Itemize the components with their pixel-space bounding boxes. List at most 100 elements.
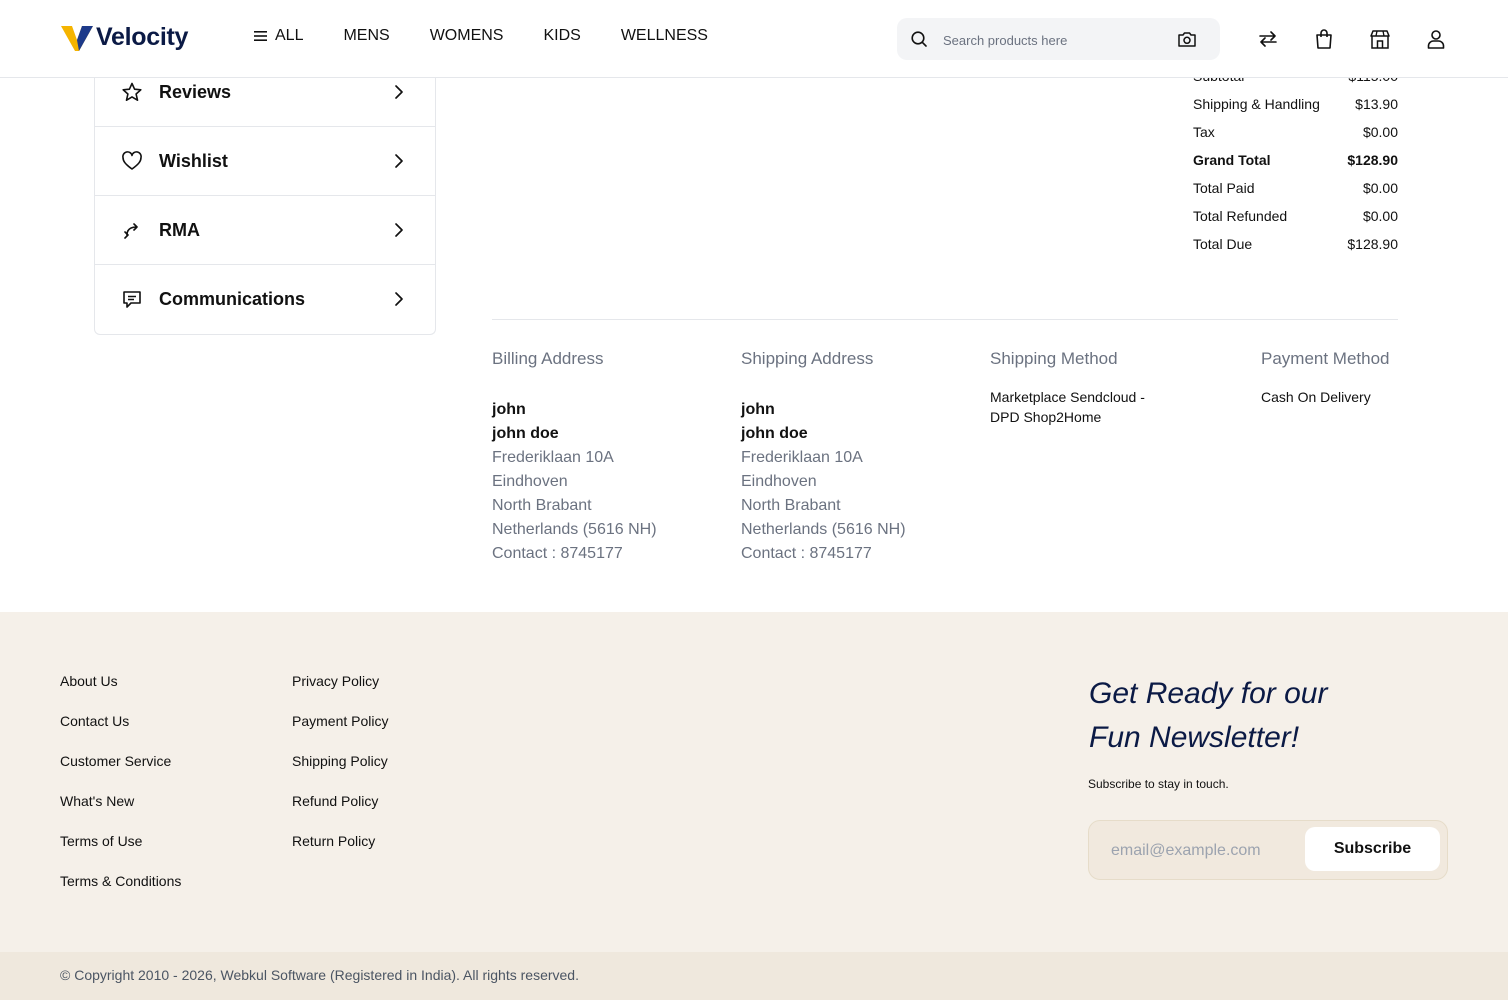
footer-link-privacy-policy[interactable]: Privacy Policy bbox=[292, 673, 379, 689]
main-nav: ALL MENS WOMENS KIDS WELLNESS bbox=[253, 27, 748, 45]
footer-link-contact-us[interactable]: Contact Us bbox=[60, 713, 129, 729]
brand-logo[interactable]: Velocity bbox=[60, 20, 188, 54]
footer-link-refund-policy[interactable]: Refund Policy bbox=[292, 793, 378, 809]
shipping-city: Eindhoven bbox=[741, 473, 817, 490]
shipping-state: North Brabant bbox=[741, 497, 841, 514]
cart-icon[interactable] bbox=[1313, 28, 1335, 50]
billing-first-name: john bbox=[492, 401, 526, 418]
sidebar-item-label: Communications bbox=[159, 288, 306, 309]
totals-row-grand-total: Grand Total $128.90 bbox=[1193, 148, 1398, 176]
chevron-right-icon bbox=[395, 292, 403, 306]
copyright-bar: © Copyright 2010 - 2026, Webkul Software… bbox=[0, 952, 1508, 1000]
menu-icon bbox=[254, 31, 267, 41]
velocity-logo-icon bbox=[61, 26, 93, 51]
shipping-street: Frederiklaan 10A bbox=[741, 449, 863, 466]
totals-row-total-refunded: Total Refunded $0.00 bbox=[1193, 204, 1398, 232]
footer-link-whats-new[interactable]: What's New bbox=[60, 793, 134, 809]
billing-state: North Brabant bbox=[492, 497, 592, 514]
brand-name: Velocity bbox=[96, 22, 189, 51]
footer-link-terms-conditions[interactable]: Terms & Conditions bbox=[60, 873, 181, 889]
search-icon[interactable] bbox=[910, 30, 928, 48]
totals-label: Total Due bbox=[1193, 236, 1253, 252]
totals-label: Shipping & Handling bbox=[1193, 96, 1320, 112]
shipping-contact: Contact : 8745177 bbox=[741, 545, 872, 562]
newsletter-subtitle: Subscribe to stay in touch. bbox=[1088, 777, 1229, 791]
footer-link-return-policy[interactable]: Return Policy bbox=[292, 833, 375, 849]
nav-item-all[interactable]: ALL bbox=[253, 27, 303, 45]
site-header: Velocity ALL MENS WOMENS KIDS WELLNESS bbox=[0, 0, 1508, 78]
billing-street: Frederiklaan 10A bbox=[492, 449, 614, 466]
shipping-method-value: Marketplace Sendcloud - DPD Shop2Home bbox=[990, 387, 1145, 427]
footer-link-shipping-policy[interactable]: Shipping Policy bbox=[292, 753, 388, 769]
billing-address-title: Billing Address bbox=[492, 349, 604, 368]
user-icon[interactable] bbox=[1425, 28, 1447, 50]
section-divider bbox=[492, 319, 1398, 320]
totals-row-shipping: Shipping & Handling $13.90 bbox=[1193, 92, 1398, 120]
search-input[interactable] bbox=[941, 28, 1165, 52]
site-footer bbox=[0, 612, 1508, 952]
account-sidebar: Reviews Wishlist RMA Communications bbox=[94, 58, 436, 335]
nav-item-wellness[interactable]: WELLNESS bbox=[621, 27, 708, 45]
newsletter-title: Get Ready for our Fun Newsletter! bbox=[1089, 672, 1449, 760]
sidebar-item-communications[interactable]: Communications bbox=[95, 265, 435, 333]
footer-link-payment-policy[interactable]: Payment Policy bbox=[292, 713, 388, 729]
footer-link-customer-service[interactable]: Customer Service bbox=[60, 753, 171, 769]
footer-link-terms-of-use[interactable]: Terms of Use bbox=[60, 833, 142, 849]
camera-icon[interactable] bbox=[1177, 30, 1197, 48]
totals-label: Total Paid bbox=[1193, 180, 1255, 196]
nav-item-womens[interactable]: WOMENS bbox=[430, 27, 504, 45]
sidebar-item-wishlist[interactable]: Wishlist bbox=[95, 127, 435, 196]
totals-label: Tax bbox=[1193, 124, 1215, 140]
chevron-right-icon bbox=[395, 85, 403, 99]
totals-value: $13.90 bbox=[1355, 96, 1398, 112]
newsletter-form: Subscribe bbox=[1088, 820, 1448, 880]
newsletter-title-line: Fun Newsletter! bbox=[1089, 721, 1300, 754]
shipping-first-name: john bbox=[741, 401, 775, 418]
shipping-method-line: DPD Shop2Home bbox=[990, 409, 1102, 425]
copyright-text: © Copyright 2010 - 2026, Webkul Software… bbox=[60, 967, 579, 983]
billing-full-name: john doe bbox=[492, 425, 559, 442]
footer-link-about-us[interactable]: About Us bbox=[60, 673, 118, 689]
billing-country: Netherlands (5616 NH) bbox=[492, 521, 657, 538]
nav-item-kids[interactable]: KIDS bbox=[543, 27, 580, 45]
totals-label: Grand Total bbox=[1193, 152, 1271, 168]
heart-icon bbox=[122, 151, 142, 170]
sidebar-item-label: RMA bbox=[159, 219, 200, 240]
payment-method-title: Payment Method bbox=[1261, 349, 1390, 368]
payment-method-value: Cash On Delivery bbox=[1261, 389, 1371, 405]
totals-row-total-due: Total Due $128.90 bbox=[1193, 232, 1398, 260]
nav-label: ALL bbox=[275, 27, 304, 44]
store-icon[interactable] bbox=[1369, 28, 1391, 50]
chevron-right-icon bbox=[395, 154, 403, 168]
shipping-country: Netherlands (5616 NH) bbox=[741, 521, 906, 538]
star-icon bbox=[122, 82, 142, 102]
newsletter-title-line: Get Ready for our bbox=[1089, 677, 1328, 710]
return-arrows-icon bbox=[124, 223, 138, 239]
totals-row-total-paid: Total Paid $0.00 bbox=[1193, 176, 1398, 204]
billing-address: john john doe Frederiklaan 10A Eindhoven… bbox=[492, 398, 657, 566]
compare-icon[interactable] bbox=[1257, 28, 1279, 50]
totals-row-tax: Tax $0.00 bbox=[1193, 120, 1398, 148]
sidebar-item-label: Reviews bbox=[159, 81, 232, 102]
shipping-method-title: Shipping Method bbox=[990, 349, 1118, 368]
nav-item-mens[interactable]: MENS bbox=[343, 27, 389, 45]
chevron-right-icon bbox=[395, 223, 403, 237]
totals-label: Total Refunded bbox=[1193, 208, 1288, 224]
totals-value: $0.00 bbox=[1362, 124, 1398, 140]
totals-value: $128.90 bbox=[1347, 236, 1398, 252]
search-bar bbox=[897, 18, 1220, 60]
chat-icon bbox=[123, 291, 141, 308]
totals-value: $0.00 bbox=[1362, 208, 1398, 224]
totals-value: $128.90 bbox=[1347, 152, 1398, 168]
sidebar-item-rma[interactable]: RMA bbox=[95, 196, 435, 265]
totals-value: $0.00 bbox=[1362, 180, 1398, 196]
sidebar-item-label: Wishlist bbox=[159, 150, 228, 171]
billing-city: Eindhoven bbox=[492, 473, 568, 490]
billing-contact: Contact : 8745177 bbox=[492, 545, 623, 562]
shipping-method-line: Marketplace Sendcloud - bbox=[990, 389, 1145, 405]
subscribe-button[interactable]: Subscribe bbox=[1305, 827, 1440, 871]
shipping-address: john john doe Frederiklaan 10A Eindhoven… bbox=[741, 398, 906, 566]
newsletter-email-input[interactable] bbox=[1109, 839, 1303, 863]
shipping-full-name: john doe bbox=[741, 425, 808, 442]
shipping-address-title: Shipping Address bbox=[741, 349, 874, 368]
